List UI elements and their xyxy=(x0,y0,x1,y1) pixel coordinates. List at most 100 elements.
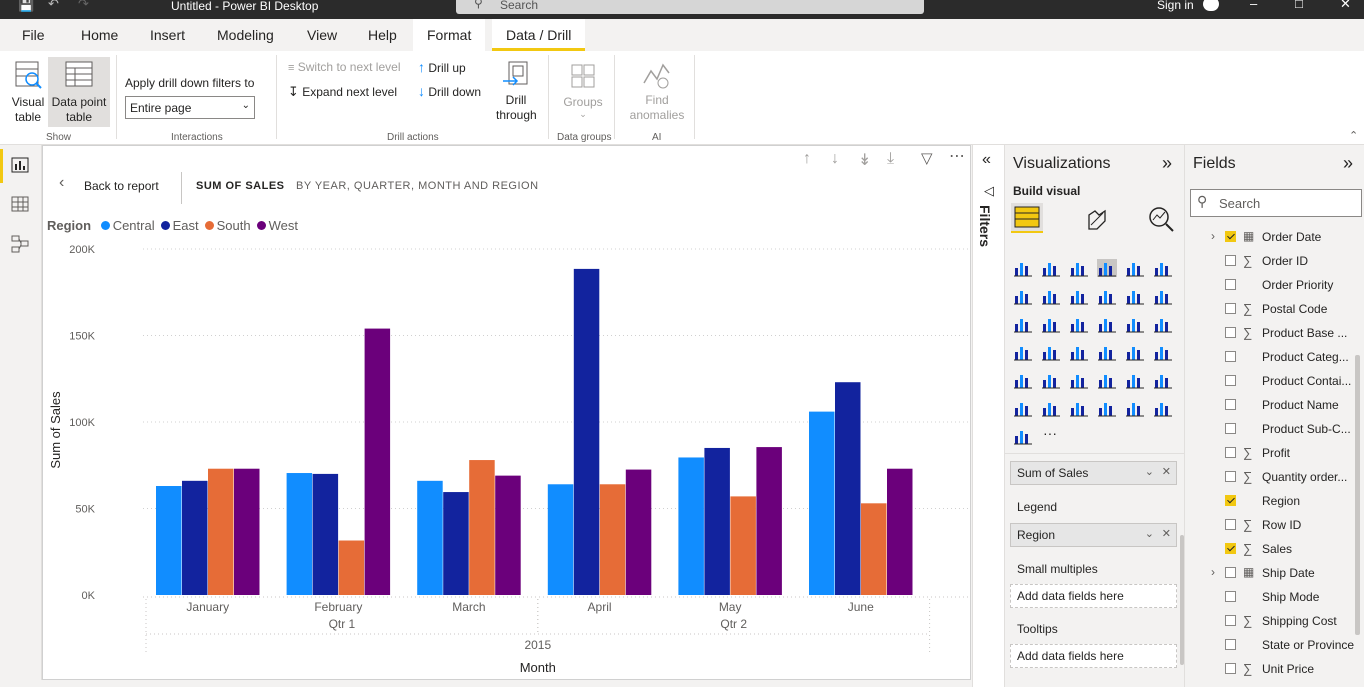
go-to-next-level-icon[interactable]: ↡ xyxy=(858,150,871,170)
chevron-down-icon[interactable]: ⌄ xyxy=(1145,527,1154,540)
menu-insert[interactable]: Insert xyxy=(150,27,185,43)
save-icon[interactable]: 💾 xyxy=(18,0,34,13)
bar-central-june[interactable] xyxy=(809,411,835,595)
undo-icon[interactable]: ↶ xyxy=(48,0,59,12)
field-checkbox[interactable] xyxy=(1225,231,1236,242)
bar-central-april[interactable] xyxy=(547,484,574,595)
field-checkbox[interactable] xyxy=(1225,279,1236,290)
bar-south-march[interactable] xyxy=(469,460,495,595)
clustered-column-chart[interactable]: 0K 50K 100K 150K 200K Sum of Sales January Febr… xyxy=(43,236,970,679)
menu-data-drill[interactable]: Data / Drill xyxy=(492,19,586,51)
power-apps-visual-icon[interactable] xyxy=(1153,399,1173,417)
bar-central-may[interactable] xyxy=(678,457,704,595)
bar-central-january[interactable] xyxy=(156,486,182,595)
expand-field-icon[interactable]: › xyxy=(1211,565,1215,579)
menu-format[interactable]: Format xyxy=(413,19,486,51)
values-field-pill[interactable]: Sum of Sales ⌄ ✕ xyxy=(1010,461,1177,485)
report-view-icon[interactable] xyxy=(11,157,29,173)
visual-table-button[interactable]: Visual table xyxy=(8,59,48,125)
fields-search-input[interactable]: ⚲ Search xyxy=(1190,189,1362,217)
field-checkbox[interactable] xyxy=(1225,399,1236,410)
card-visual-icon[interactable] xyxy=(1097,343,1117,361)
remove-field-icon[interactable]: ✕ xyxy=(1162,527,1171,540)
field-checkbox[interactable] xyxy=(1225,663,1236,674)
collapse-fields-icon[interactable]: » xyxy=(1343,153,1353,174)
redo-icon[interactable]: ↷ xyxy=(78,0,89,12)
back-to-report-button[interactable]: ‹ Back to report xyxy=(59,174,189,198)
area-visual-icon[interactable] xyxy=(1041,287,1061,305)
field-checkbox[interactable] xyxy=(1225,255,1236,266)
field-checkbox[interactable] xyxy=(1225,303,1236,314)
bar-west-may[interactable] xyxy=(756,447,782,595)
sign-in-link[interactable]: Sign in xyxy=(1157,0,1194,12)
switch-next-level-button[interactable]: ≡ Switch to next level xyxy=(288,60,400,76)
clustered-column-visual-icon[interactable] xyxy=(1097,259,1117,277)
field-checkbox[interactable] xyxy=(1225,471,1236,482)
field-checkbox[interactable] xyxy=(1225,495,1236,506)
tooltips-drop-zone[interactable]: Add data fields here xyxy=(1010,644,1177,668)
menu-modeling[interactable]: Modeling xyxy=(217,27,274,43)
table-visual-icon[interactable] xyxy=(1041,371,1061,389)
legend-item[interactable]: East xyxy=(160,218,199,233)
legend-item[interactable]: South xyxy=(204,218,251,233)
slicer-visual-icon[interactable] xyxy=(1013,371,1033,389)
paginated-visual-icon[interactable] xyxy=(1097,399,1117,417)
drill-up-arrow-icon[interactable]: ↑ xyxy=(803,150,811,168)
drill-through-button[interactable]: Drill through xyxy=(496,59,537,123)
menu-view[interactable]: View xyxy=(307,27,337,43)
viz-scrollbar[interactable] xyxy=(1180,535,1184,665)
chevron-down-icon[interactable]: ⌄ xyxy=(1145,465,1154,478)
map-visual-icon[interactable] xyxy=(1013,343,1033,361)
kpi-visual-icon[interactable] xyxy=(1153,343,1173,361)
field-checkbox[interactable] xyxy=(1225,567,1236,578)
bar-south-may[interactable] xyxy=(730,496,756,595)
bar-west-march[interactable] xyxy=(495,475,521,595)
filled-map-visual-icon[interactable] xyxy=(1041,343,1061,361)
more-options-icon[interactable]: ⋯ xyxy=(949,146,965,166)
100-column-visual-icon[interactable] xyxy=(1153,259,1173,277)
expand-field-icon[interactable]: › xyxy=(1211,229,1215,243)
filters-pane-collapsed[interactable]: « ◁ Filters xyxy=(972,145,1005,687)
funnel-visual-icon[interactable] xyxy=(1041,315,1061,333)
collapse-viz-icon[interactable]: » xyxy=(1162,153,1172,174)
pie-visual-icon[interactable] xyxy=(1097,315,1117,333)
model-view-icon[interactable] xyxy=(11,235,29,253)
ribbon-visual-icon[interactable] xyxy=(1153,287,1173,305)
account-avatar[interactable] xyxy=(1203,0,1219,11)
build-visual-tab[interactable] xyxy=(1011,203,1043,233)
field-checkbox[interactable] xyxy=(1225,639,1236,650)
field-checkbox[interactable] xyxy=(1225,519,1236,530)
groups-button[interactable]: Groups ⌄ xyxy=(560,61,606,119)
menu-file[interactable]: File xyxy=(22,27,45,43)
bar-east-march[interactable] xyxy=(443,492,469,595)
fields-scrollbar[interactable] xyxy=(1355,355,1360,635)
drill-down-arrow-icon[interactable]: ↓ xyxy=(831,150,839,168)
decomposition-tree-visual-icon[interactable] xyxy=(1013,399,1033,417)
data-view-icon[interactable] xyxy=(11,196,29,212)
menu-home[interactable]: Home xyxy=(81,27,118,43)
gauge-visual-icon[interactable] xyxy=(1069,343,1089,361)
matrix-visual-icon[interactable] xyxy=(1069,371,1089,389)
field-checkbox[interactable] xyxy=(1225,615,1236,626)
bar-east-february[interactable] xyxy=(312,473,339,595)
smart-narrative-visual-icon[interactable] xyxy=(1069,399,1089,417)
drill-up-button[interactable]: ↑ Drill up xyxy=(418,60,466,76)
menu-help[interactable]: Help xyxy=(368,27,397,43)
collapse-ribbon-icon[interactable]: ⌃ xyxy=(1349,129,1358,142)
analytics-icon[interactable] xyxy=(1147,205,1175,233)
format-visual-icon[interactable] xyxy=(1083,205,1109,233)
expand-next-level-button[interactable]: ↧ Expand next level xyxy=(288,84,397,100)
field-checkbox[interactable] xyxy=(1225,423,1236,434)
bar-south-june[interactable] xyxy=(861,503,887,595)
legend-field-pill[interactable]: Region ⌄ ✕ xyxy=(1010,523,1177,547)
treemap-visual-icon[interactable] xyxy=(1153,315,1173,333)
expand-filters-icon[interactable]: « xyxy=(982,151,991,169)
field-checkbox[interactable] xyxy=(1225,375,1236,386)
filter-icon[interactable]: ▽ xyxy=(921,149,933,167)
minimize-icon[interactable]: – xyxy=(1250,0,1257,11)
bar-east-june[interactable] xyxy=(835,382,861,595)
bar-south-february[interactable] xyxy=(338,540,365,595)
waterfall-visual-icon[interactable] xyxy=(1013,315,1033,333)
clustered-bar-visual-icon[interactable] xyxy=(1069,259,1089,277)
remove-field-icon[interactable]: ✕ xyxy=(1162,465,1171,478)
